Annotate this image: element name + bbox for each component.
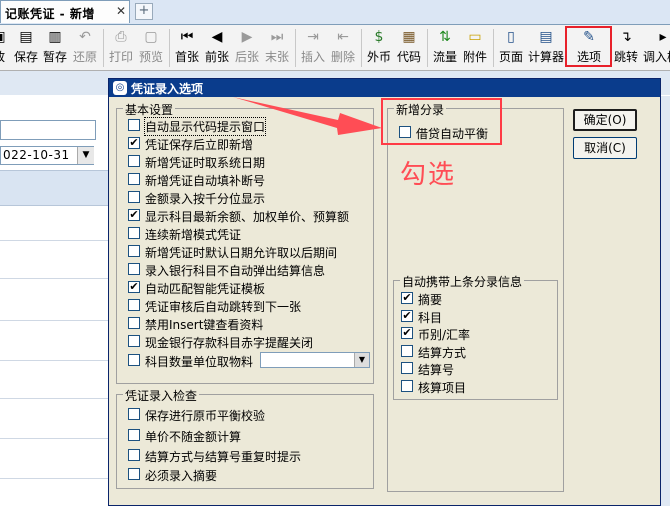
red-arrow	[233, 97, 382, 135]
